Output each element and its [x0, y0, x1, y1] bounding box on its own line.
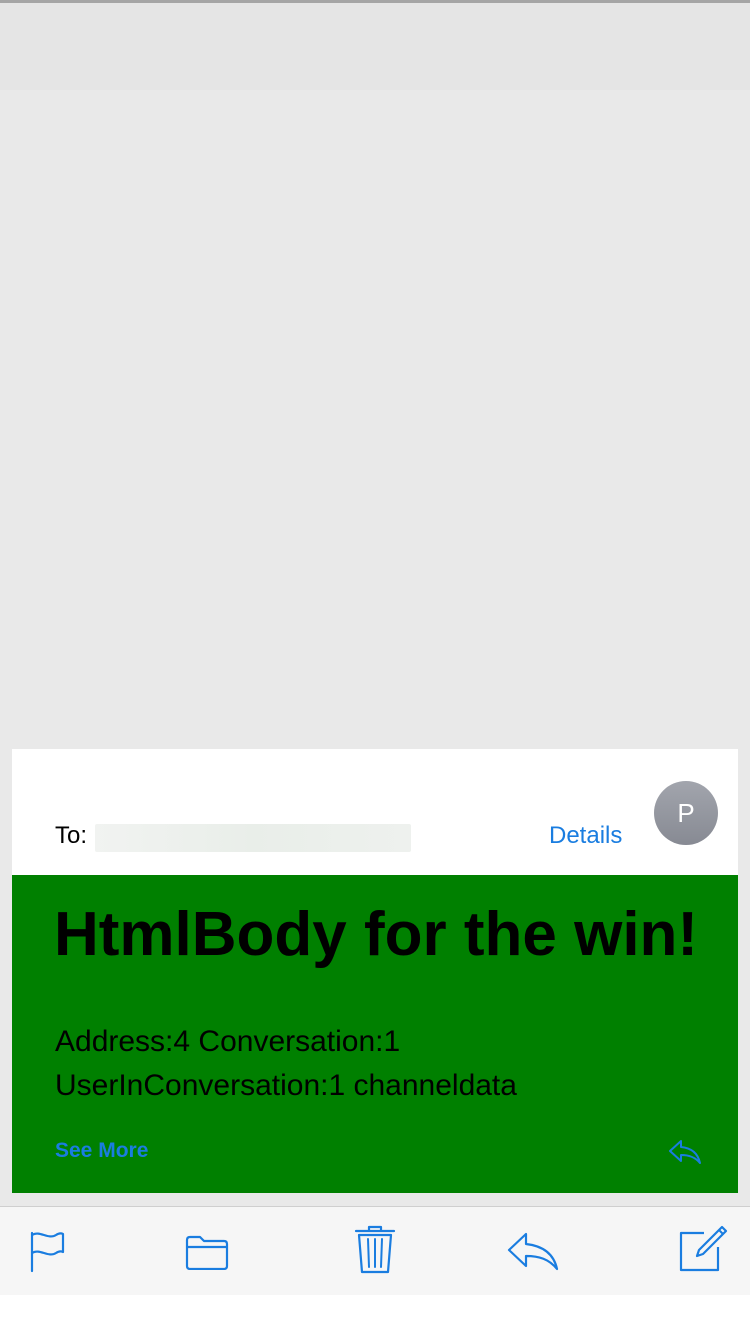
- reply-icon[interactable]: [667, 1139, 703, 1165]
- bottom-toolbar: [0, 1206, 750, 1295]
- message-card: To: Details P HtmlBody for the win! Addr…: [12, 749, 738, 1193]
- bottom-safe-area: [0, 1295, 750, 1334]
- details-link[interactable]: Details: [549, 821, 622, 851]
- see-more-link[interactable]: See More: [55, 1137, 148, 1165]
- message-body: HtmlBody for the win! Address:4 Conversa…: [12, 875, 738, 1193]
- recipient-field-redacted: [95, 824, 411, 852]
- sender-avatar[interactable]: P: [654, 781, 718, 845]
- folder-icon[interactable]: [184, 1234, 230, 1270]
- navigation-bar: [0, 3, 750, 90]
- flag-icon[interactable]: [28, 1231, 68, 1273]
- reply-icon[interactable]: [506, 1231, 560, 1271]
- message-header: To: Details P: [12, 749, 738, 875]
- trash-icon[interactable]: [354, 1225, 396, 1275]
- message-heading: HtmlBody for the win!: [54, 900, 699, 969]
- to-label: To:: [55, 822, 88, 849]
- message-body-text: Address:4 Conversation:1 UserInConversat…: [55, 1025, 517, 1102]
- compose-icon[interactable]: [678, 1225, 728, 1273]
